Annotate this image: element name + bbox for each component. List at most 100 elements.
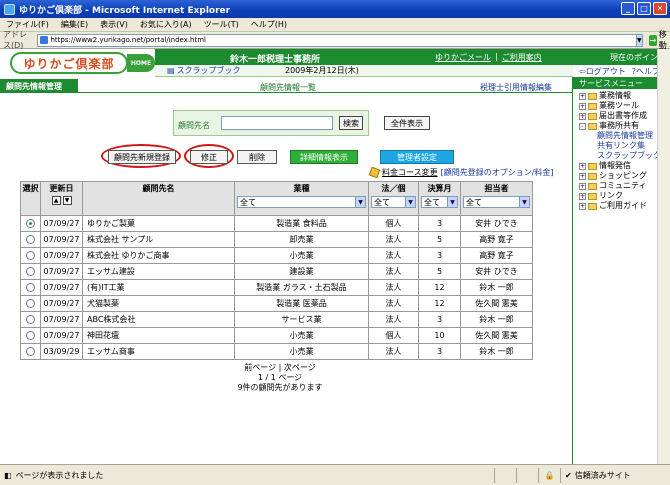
delete-button[interactable]: 削除 — [237, 150, 277, 164]
menu-favorites[interactable]: お気に入り(A) — [140, 19, 192, 30]
pager-count: 9件の顧問先があります — [237, 383, 323, 392]
expand-icon[interactable]: + — [579, 172, 586, 180]
row-radio[interactable] — [26, 235, 35, 244]
mail-link[interactable]: ゆりかごメール — [435, 52, 491, 63]
home-badge[interactable]: HOME — [127, 54, 155, 72]
office-name: 鈴木一郎税理士事務所 — [230, 55, 321, 65]
sort-asc-icon[interactable]: ▲ — [51, 196, 61, 205]
row-select[interactable] — [20, 343, 41, 360]
nav-client-list[interactable]: 顧問先情報一覧 — [260, 82, 316, 93]
row-radio[interactable] — [26, 283, 35, 292]
minimize-button[interactable]: _ — [621, 2, 635, 15]
row-updated: 07/09/27 — [40, 247, 83, 264]
folder-open-icon — [588, 122, 597, 130]
show-details-button[interactable]: 詳細情報表示 — [290, 150, 358, 164]
type-filter-select[interactable]: 全て ▼ — [371, 196, 416, 208]
row-radio[interactable] — [26, 299, 35, 308]
row-client-name: 株式会社 ゆりかご商事 — [82, 247, 235, 264]
row-radio[interactable] — [26, 267, 35, 276]
option-fee-link[interactable]: [顧問先登録のオプション/料金] — [441, 167, 554, 178]
option-link-row: 料金コース変更 [顧問先登録のオプション/料金] — [368, 166, 554, 179]
row-staff: 佐久間 憲美 — [460, 295, 533, 312]
chevron-down-icon: ▼ — [405, 197, 415, 207]
section-navbar: 顧問先情報管理 顧問先情報一覧 税理士引用情報編集 — [0, 79, 572, 93]
pager-nav[interactable]: 前ページ | 次ページ — [0, 363, 560, 373]
admin-settings-button[interactable]: 管理者設定 — [380, 150, 454, 164]
table-row[interactable]: 03/09/29 エッサム商事 小売業 法人 3 鈴木 一郎 — [20, 343, 533, 360]
tab-client-management[interactable]: 顧問先情報管理 — [0, 79, 78, 93]
address-label: アドレス(D) — [3, 30, 27, 50]
expand-icon[interactable]: + — [579, 92, 586, 100]
industry-filter-select[interactable]: 全て ▼ — [237, 196, 366, 208]
row-industry: 建設業 — [234, 263, 369, 280]
month-filter-select[interactable]: 全て ▼ — [421, 196, 458, 208]
show-all-button[interactable]: 全件表示 — [384, 116, 430, 130]
row-select[interactable] — [20, 279, 41, 296]
change-plan-link[interactable]: 料金コース変更 — [382, 167, 438, 178]
row-select[interactable] — [20, 311, 41, 328]
staff-filter-select[interactable]: 全て ▼ — [463, 196, 530, 208]
row-month: 3 — [418, 247, 461, 264]
menu-tools[interactable]: ツール(T) — [204, 19, 239, 30]
row-month: 10 — [418, 327, 461, 344]
row-updated: 07/09/27 — [40, 295, 83, 312]
address-dropdown-icon[interactable]: ▼ — [635, 33, 643, 47]
expand-icon[interactable]: + — [579, 202, 586, 210]
row-radio[interactable] — [26, 251, 35, 260]
scrapbook-link[interactable]: ▤ スクラップブック — [167, 65, 241, 76]
row-radio[interactable] — [26, 219, 35, 228]
row-updated: 07/09/27 — [40, 327, 83, 344]
table-row[interactable]: 07/09/27 ゆりかご製菓 製造業 食料品 個人 3 安井 ひでき — [20, 215, 533, 232]
folder-icon — [588, 112, 597, 120]
maximize-button[interactable]: □ — [637, 2, 651, 15]
help-link[interactable]: ?ヘルプ — [632, 66, 660, 77]
row-radio[interactable] — [26, 347, 35, 356]
folder-icon — [588, 202, 597, 210]
expand-icon[interactable]: + — [579, 112, 586, 120]
header-links: ゆりかごメール | ご利用案内 — [435, 52, 542, 63]
row-select[interactable] — [20, 295, 41, 312]
row-client-name: (有)IT工業 — [82, 279, 235, 296]
table-row[interactable]: 07/09/27 犬猫製薬 製造業 医薬品 法人 12 佐久間 憲美 — [20, 295, 533, 312]
expand-icon[interactable]: + — [579, 182, 586, 190]
menu-edit[interactable]: 編集(E) — [61, 19, 88, 30]
row-select[interactable] — [20, 215, 41, 232]
expand-icon[interactable]: + — [579, 102, 586, 110]
client-name-search-input[interactable] — [221, 116, 333, 130]
go-button[interactable]: → 移動 — [649, 29, 670, 51]
edit-button[interactable]: 修正 — [190, 150, 228, 164]
sort-desc-icon[interactable]: ▼ — [62, 196, 72, 205]
row-radio[interactable] — [26, 331, 35, 340]
guide-link[interactable]: ご利用案内 — [502, 52, 542, 63]
row-select[interactable] — [20, 263, 41, 280]
close-button[interactable]: ✕ — [653, 2, 667, 15]
table-row[interactable]: 07/09/27 ABC株式会社 サービス業 法人 3 鈴木 一郎 — [20, 311, 533, 328]
row-staff: 鈴木 一郎 — [460, 279, 533, 296]
nav-citation-edit[interactable]: 税理士引用情報編集 — [480, 82, 552, 93]
row-select[interactable] — [20, 247, 41, 264]
client-table: 選択 更新日 ▲ ▼ 顧問先名 業種 全て ▼ 法／個 全て ▼ 決算月 全て ▼ 担当者 全て ▼… — [20, 181, 533, 360]
address-input[interactable]: https://www2.yurikago.net/portal/index.h… — [36, 33, 637, 47]
collapse-icon[interactable]: - — [579, 122, 586, 130]
new-client-button[interactable]: 顧問先新規登録 — [108, 150, 176, 164]
menu-view[interactable]: 表示(V) — [100, 19, 128, 30]
table-row[interactable]: 07/09/27 神田花壇 小売業 個人 10 佐久間 憲美 — [20, 327, 533, 344]
menu-help[interactable]: ヘルプ(H) — [251, 19, 287, 30]
expand-icon[interactable]: + — [579, 192, 586, 200]
row-type: 法人 — [368, 295, 419, 312]
expand-icon[interactable]: + — [579, 162, 586, 170]
table-row[interactable]: 07/09/27 エッサム建設 建設業 法人 5 安井 ひでき — [20, 263, 533, 280]
table-row[interactable]: 07/09/27 株式会社 サンプル 卸売業 法人 5 高野 寛子 — [20, 231, 533, 248]
site-logo[interactable]: ゆりかご倶楽部 — [10, 52, 128, 74]
row-updated: 07/09/27 — [40, 215, 83, 232]
table-row[interactable]: 07/09/27 株式会社 ゆりかご商事 小売業 法人 3 高野 寛子 — [20, 247, 533, 264]
search-button[interactable]: 検索 — [339, 116, 363, 130]
pager: 前ページ | 次ページ 1 / 1 ページ 9件の顧問先があります — [0, 363, 560, 393]
row-select[interactable] — [20, 327, 41, 344]
vertical-scrollbar[interactable] — [657, 49, 670, 464]
table-row[interactable]: 07/09/27 (有)IT工業 製造業 ガラス・土石製品 法人 12 鈴木 一郎 — [20, 279, 533, 296]
logout-link[interactable]: ⇦ログアウト — [579, 66, 626, 77]
row-radio[interactable] — [26, 315, 35, 324]
go-arrow-icon: → — [649, 34, 657, 46]
row-select[interactable] — [20, 231, 41, 248]
